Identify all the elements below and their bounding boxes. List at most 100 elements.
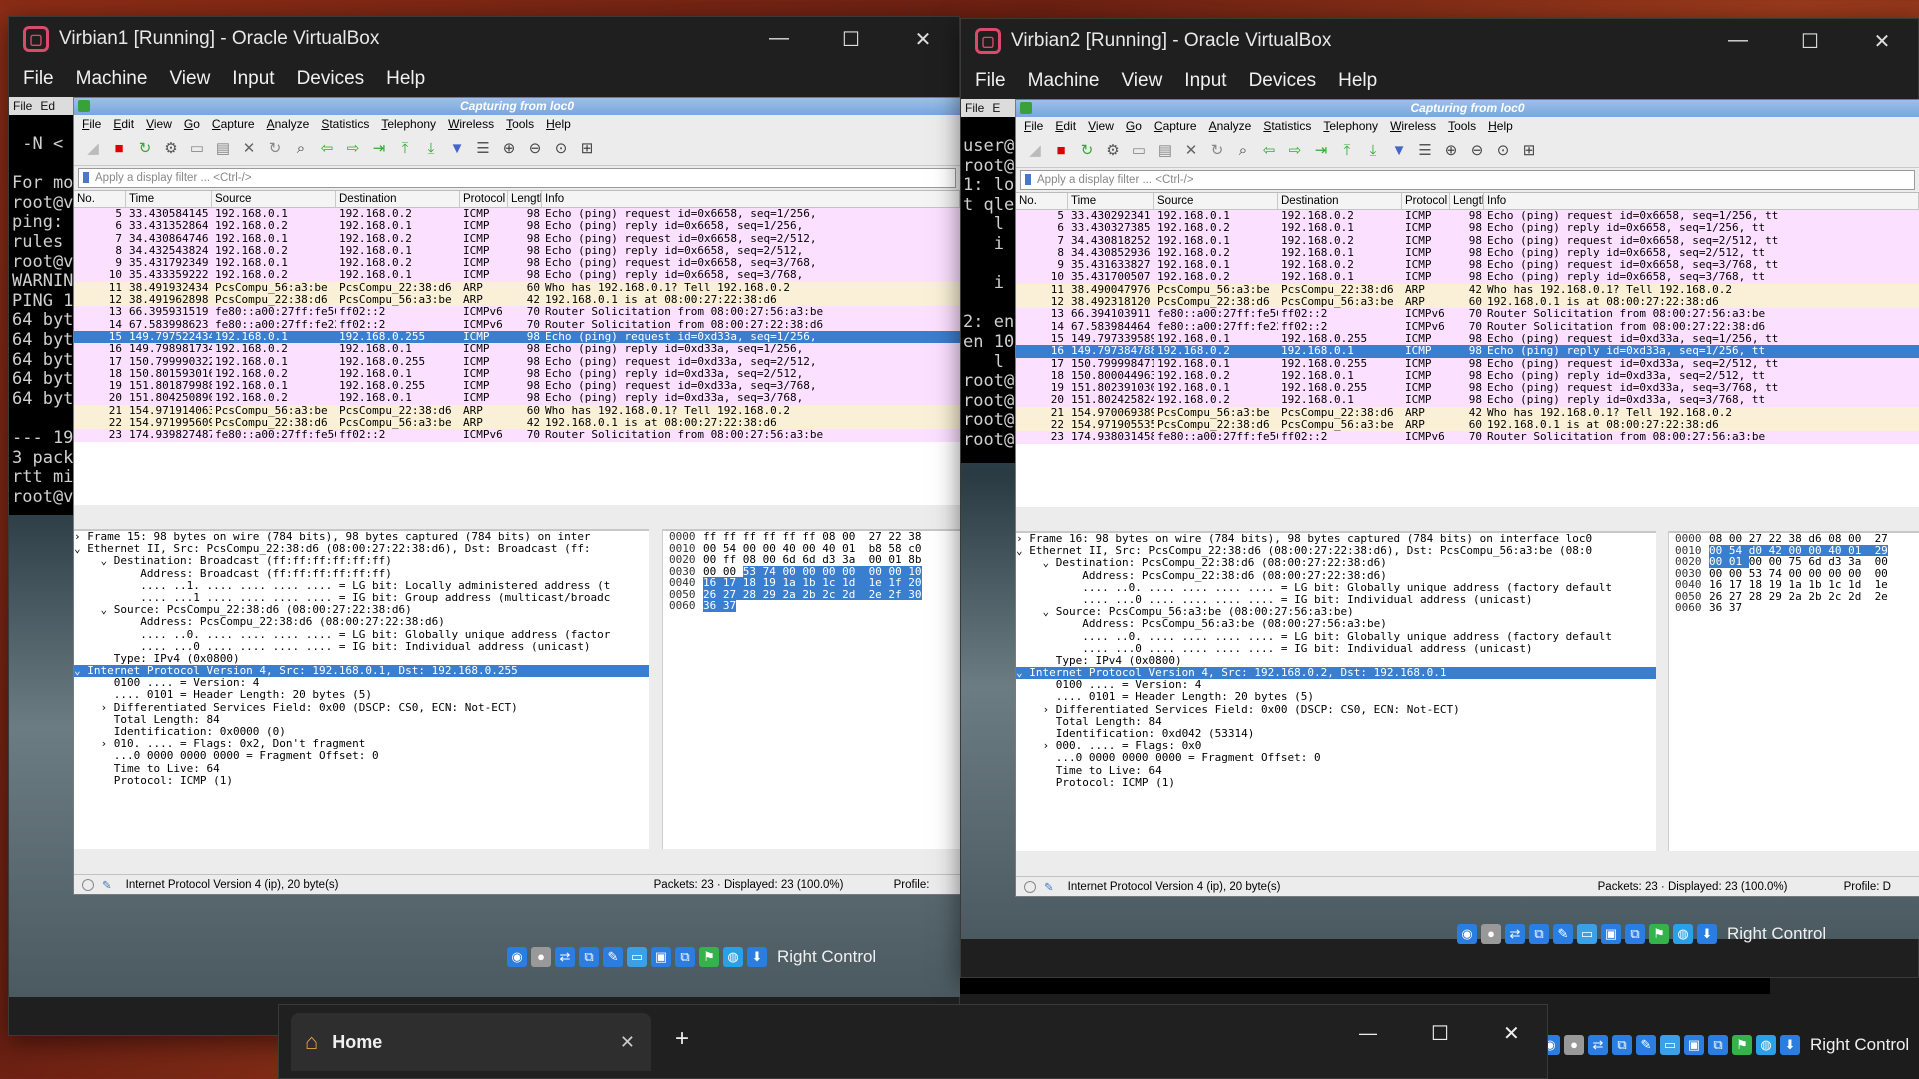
detail-row[interactable]: Protocol: ICMP (1) xyxy=(74,775,649,787)
packet-row[interactable]: 12 38.491962898 PcsCompu_22:38:d6 PcsCompu_… xyxy=(74,294,960,307)
packet-row[interactable]: 14 67.583984464 fe80::a00:27ff:fe22… ff02::… xyxy=(1016,320,1919,333)
packet-row[interactable]: 7 34.430818252 192.168.0.1 192.168.0.2 ICMP 9… xyxy=(1016,234,1919,247)
column-header[interactable]: Info xyxy=(542,191,960,207)
detail-row[interactable]: › Frame 16: 98 bytes on wire (784 bits),… xyxy=(1016,533,1656,545)
packet-row[interactable]: 15 149.797339589 192.168.0.1 192.168.0.255 I… xyxy=(1016,332,1919,346)
screen-icon[interactable]: ⧉ xyxy=(675,947,695,967)
packet-row[interactable]: 11 38.490047976 PcsCompu_56:a3:be PcsCompu_… xyxy=(1016,283,1919,297)
close-tab-icon[interactable]: ✕ xyxy=(620,1032,635,1053)
packet-row[interactable]: 19 151.802391030 192.168.0.1 192.168.0.255 I… xyxy=(1016,382,1919,395)
status-profile[interactable]: Profile: xyxy=(894,879,930,891)
open-file-icon[interactable]: ▭ xyxy=(1128,140,1150,162)
vbox-menu-view[interactable]: View xyxy=(1121,70,1162,92)
column-header[interactable]: Source xyxy=(212,191,336,207)
restart-capture-icon[interactable]: ↻ xyxy=(134,138,156,160)
network-activity-icon[interactable]: ◍ xyxy=(1673,924,1693,944)
detail-row[interactable]: › Frame 15: 98 bytes on wire (784 bits),… xyxy=(74,531,649,543)
go-to-packet-icon[interactable]: ⇥ xyxy=(368,138,390,160)
packet-row[interactable]: 21 154.971914063 PcsCompu_56:a3:be PcsCompu… xyxy=(74,404,960,418)
detail-row[interactable]: Time to Live: 64 xyxy=(1016,765,1656,777)
detail-row[interactable]: › 010. .... = Flags: 0x2, Don't fragment xyxy=(74,738,649,750)
recording-icon[interactable]: ▣ xyxy=(1684,1035,1704,1055)
ws-menu-analyze[interactable]: Analyze xyxy=(267,117,310,131)
detail-row[interactable]: ⌄ Destination: PcsCompu_22:38:d6 (08:00:… xyxy=(1016,557,1656,569)
last-packet-icon[interactable]: ⤓ xyxy=(1362,140,1384,162)
packet-row[interactable]: 17 150.799990322 192.168.0.1 192.168.0.255 I… xyxy=(74,355,960,368)
detail-row[interactable]: Protocol: ICMP (1) xyxy=(1016,777,1656,789)
usb-icon[interactable]: ⧉ xyxy=(1529,924,1549,944)
ws-menu-help[interactable]: Help xyxy=(546,117,571,131)
detail-row[interactable]: Identification: 0xd042 (53314) xyxy=(1016,728,1656,740)
vbox-menu-input[interactable]: Input xyxy=(1184,70,1226,92)
go-back-icon[interactable]: ⇦ xyxy=(1258,140,1280,162)
optical-drive-icon[interactable]: ◉ xyxy=(507,947,527,967)
cpu-icon[interactable]: ⚑ xyxy=(1649,924,1669,944)
network-icon[interactable]: ⇄ xyxy=(1505,924,1525,944)
packet-row[interactable]: 22 154.971905535 PcsCompu_22:38:d6 PcsCompu… xyxy=(1016,419,1919,432)
detail-row[interactable]: .... 0101 = Header Length: 20 bytes (5) xyxy=(1016,691,1656,703)
recording-icon[interactable]: ▣ xyxy=(651,947,671,967)
packet-row[interactable]: 23 174.938031458 fe80::a00:27ff:fe56… ff02:… xyxy=(1016,431,1919,444)
vbox-menu-view[interactable]: View xyxy=(169,68,210,90)
vbox-menu-input[interactable]: Input xyxy=(232,68,274,90)
packet-row[interactable]: 8 34.432543824 192.168.0.2 192.168.0.1 ICMP 9… xyxy=(74,244,960,258)
resize-columns-icon[interactable]: ⊞ xyxy=(576,138,598,160)
detail-row[interactable]: 0100 .... = Version: 4 xyxy=(74,677,649,689)
optical-drive-icon[interactable]: ◉ xyxy=(1457,924,1477,944)
vbox-menu-machine[interactable]: Machine xyxy=(1028,70,1100,92)
hex-bytes[interactable]: 00 00 75 6d d3 3a 00 xyxy=(1749,556,1888,568)
usb-icon[interactable]: ⧉ xyxy=(579,947,599,967)
terminal-menu-file[interactable]: File xyxy=(13,99,32,113)
detail-row[interactable]: ⌄ Source: PcsCompu_56:a3:be (08:00:27:56… xyxy=(1016,606,1656,618)
display-filter-input-2[interactable]: Apply a display filter ... <Ctrl-/> xyxy=(1020,170,1915,190)
column-header[interactable]: Source xyxy=(1154,193,1278,209)
save-file-icon[interactable]: ▤ xyxy=(212,138,234,160)
new-tab-button[interactable]: + xyxy=(675,1025,689,1053)
detail-row[interactable]: › Differentiated Services Field: 0x00 (D… xyxy=(1016,704,1656,716)
detail-row[interactable]: Type: IPv4 (0x0800) xyxy=(74,653,649,665)
close-icon[interactable]: ✕ xyxy=(1846,29,1918,54)
hex-bytes[interactable]: 08 00 27 22 38 d6 08 00 27 xyxy=(1709,533,1888,545)
autoscroll-icon[interactable]: ▼ xyxy=(1388,140,1410,162)
packet-row[interactable]: 23 174.939827487 fe80::a00:27ff:fe56… ff02:… xyxy=(74,429,960,442)
column-header[interactable]: No. xyxy=(74,191,126,207)
detail-row[interactable]: .... ..1. .... .... .... .... = LG bit: … xyxy=(74,580,649,592)
detail-row[interactable]: Identification: 0x0000 (0) xyxy=(74,726,649,738)
save-file-icon[interactable]: ▤ xyxy=(1154,140,1176,162)
open-file-icon[interactable]: ▭ xyxy=(186,138,208,160)
terminal-menu-edit[interactable]: Ed xyxy=(40,99,55,113)
detail-row[interactable]: .... ...0 .... .... .... .... = IG bit: … xyxy=(1016,643,1656,655)
detail-row[interactable]: Time to Live: 64 xyxy=(74,763,649,775)
detail-row[interactable]: ⌄ Source: PcsCompu_22:38:d6 (08:00:27:22… xyxy=(74,604,649,616)
ws-menu-wireless[interactable]: Wireless xyxy=(1390,119,1436,133)
edit-comment-icon[interactable]: ✎ xyxy=(1044,880,1054,894)
column-header[interactable]: Time xyxy=(1068,193,1154,209)
ws-menu-capture[interactable]: Capture xyxy=(1154,119,1197,133)
ws-menu-capture[interactable]: Capture xyxy=(212,117,255,131)
vbox-menu-machine[interactable]: Machine xyxy=(76,68,148,90)
edit-comment-icon[interactable]: ✎ xyxy=(102,878,112,892)
zoom-in-icon[interactable]: ⊕ xyxy=(1440,140,1462,162)
detail-row[interactable]: .... ..0. .... .... .... .... = LG bit: … xyxy=(1016,582,1656,594)
keyboard-capture-icon[interactable]: ⬇ xyxy=(747,947,767,967)
detail-row[interactable]: Address: PcsCompu_56:a3:be (08:00:27:56:… xyxy=(1016,618,1656,630)
display-icon[interactable]: ▭ xyxy=(627,947,647,967)
shared-folder-icon[interactable]: ✎ xyxy=(1553,924,1573,944)
detail-row[interactable]: ⌄ Internet Protocol Version 4, Src: 192.… xyxy=(1016,667,1656,680)
detail-row[interactable]: ⌄ Ethernet II, Src: PcsCompu_22:38:d6 (0… xyxy=(74,543,649,555)
close-file-icon[interactable]: ✕ xyxy=(238,138,260,160)
detail-row[interactable]: .... ...0 .... .... .... .... = IG bit: … xyxy=(74,641,649,653)
shark-fin-icon[interactable]: ◢ xyxy=(1024,140,1046,162)
close-file-icon[interactable]: ✕ xyxy=(1180,140,1202,162)
reload-icon[interactable]: ↻ xyxy=(264,138,286,160)
colorize-icon[interactable]: ☰ xyxy=(472,138,494,160)
vbox-menu-help[interactable]: Help xyxy=(386,68,425,90)
zoom-reset-icon[interactable]: ⊙ xyxy=(1492,140,1514,162)
guest-screen-1[interactable]: File Ed -N < For mo root@v ping: rules roo… xyxy=(9,97,961,997)
screen-icon[interactable]: ⧉ xyxy=(1708,1035,1728,1055)
ws-menu-telephony[interactable]: Telephony xyxy=(381,117,436,131)
edge-tab[interactable]: ⌂ Home ✕ xyxy=(291,1013,651,1071)
go-forward-icon[interactable]: ⇨ xyxy=(1284,140,1306,162)
packet-row[interactable]: 15 149.797522434 192.168.0.1 192.168.0.255 I… xyxy=(74,330,960,344)
packet-row[interactable]: 20 151.804250890 192.168.0.2 192.168.0.1 ICM… xyxy=(74,392,960,405)
